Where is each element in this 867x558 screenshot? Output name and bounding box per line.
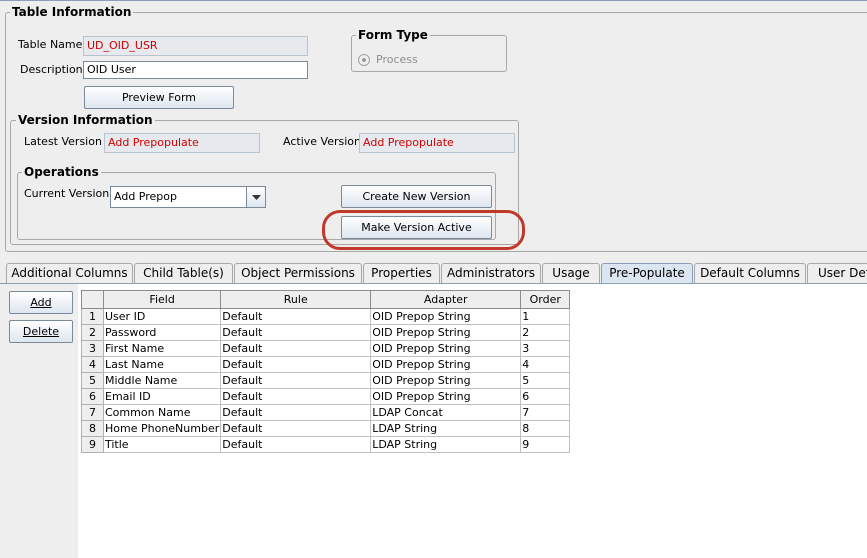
rule-cell[interactable]: Default <box>220 356 372 373</box>
header-adapter[interactable]: Adapter <box>370 290 522 309</box>
order-cell[interactable]: 5 <box>520 372 571 389</box>
adapter-cell[interactable]: LDAP String <box>370 420 522 437</box>
field-cell[interactable]: Password <box>102 324 222 341</box>
create-new-version-button[interactable]: Create New Version <box>341 185 492 208</box>
delete-button[interactable]: Delete <box>9 320 73 343</box>
current-version-select[interactable]: Add Prepop <box>110 186 266 208</box>
current-version-label: Current Version <box>24 187 110 200</box>
row-number: 9 <box>81 436 104 453</box>
rule-cell[interactable]: Default <box>220 372 372 389</box>
table-row[interactable]: 3 First Name Default OID Prepop String 3 <box>81 340 571 357</box>
adapter-cell[interactable]: OID Prepop String <box>370 372 522 389</box>
tab-pre-populate[interactable]: Pre-Populate <box>601 263 693 283</box>
process-radio-label: Process <box>376 53 418 66</box>
tab-object-permissions[interactable]: Object Permissions <box>234 263 362 283</box>
header-order[interactable]: Order <box>520 290 571 309</box>
adapter-cell[interactable]: OID Prepop String <box>370 324 522 341</box>
table-row[interactable]: 9 Title Default LDAP String 9 <box>81 436 571 453</box>
radio-selected-icon <box>358 54 370 66</box>
row-number: 7 <box>81 404 104 421</box>
order-cell[interactable]: 4 <box>520 356 571 373</box>
field-cell[interactable]: Middle Name <box>102 372 222 389</box>
field-cell[interactable]: Last Name <box>102 356 222 373</box>
tab-additional-columns[interactable]: Additional Columns <box>6 263 133 283</box>
table-information-legend: Table Information <box>10 5 134 19</box>
tab-default-columns[interactable]: Default Columns <box>694 263 806 283</box>
table-row[interactable]: 8 Home PhoneNumber Default LDAP String 8 <box>81 420 571 437</box>
tab-usage[interactable]: Usage <box>542 263 600 283</box>
rule-cell[interactable]: Default <box>220 308 372 325</box>
row-number: 2 <box>81 324 104 341</box>
table-row[interactable]: 7 Common Name Default LDAP Concat 7 <box>81 404 571 421</box>
form-type-legend: Form Type <box>356 28 430 42</box>
add-button[interactable]: Add <box>9 291 73 314</box>
table-row[interactable]: 1 User ID Default OID Prepop String 1 <box>81 308 571 325</box>
order-cell[interactable]: 3 <box>520 340 571 357</box>
field-cell[interactable]: User ID <box>102 308 222 325</box>
field-cell[interactable]: Home PhoneNumber <box>102 420 222 437</box>
pre-populate-table: Field Rule Adapter Order 1 User ID Default… <box>81 290 571 453</box>
table-name-label: Table Name <box>18 38 83 51</box>
field-cell[interactable]: Email ID <box>102 388 222 405</box>
adapter-cell[interactable]: OID Prepop String <box>370 356 522 373</box>
order-cell[interactable]: 6 <box>520 388 571 405</box>
row-number: 6 <box>81 388 104 405</box>
header-field[interactable]: Field <box>102 290 222 309</box>
dropdown-arrow-icon <box>246 187 265 207</box>
order-cell[interactable]: 9 <box>520 436 571 453</box>
row-number: 8 <box>81 420 104 437</box>
tab-strip: Additional Columns Child Table(s) Object… <box>0 262 867 284</box>
top-border <box>0 0 867 1</box>
tab-properties[interactable]: Properties <box>363 263 440 283</box>
field-cell[interactable]: First Name <box>102 340 222 357</box>
adapter-cell[interactable]: LDAP Concat <box>370 404 522 421</box>
adapter-cell[interactable]: OID Prepop String <box>370 388 522 405</box>
table-name-field: UD_OID_USR <box>83 36 308 56</box>
order-cell[interactable]: 7 <box>520 404 571 421</box>
rule-cell[interactable]: Default <box>220 420 372 437</box>
row-number: 1 <box>81 308 104 325</box>
table-row[interactable]: 5 Middle Name Default OID Prepop String 5 <box>81 372 571 389</box>
order-cell[interactable]: 1 <box>520 308 571 325</box>
rule-cell[interactable]: Default <box>220 340 372 357</box>
order-cell[interactable]: 8 <box>520 420 571 437</box>
operations-legend: Operations <box>22 165 101 179</box>
delete-button-label: Delete <box>22 325 60 338</box>
active-version-label: Active Version <box>283 135 361 148</box>
header-row-number <box>81 290 104 309</box>
field-cell[interactable]: Common Name <box>102 404 222 421</box>
adapter-cell[interactable]: OID Prepop String <box>370 308 522 325</box>
adapter-cell[interactable]: OID Prepop String <box>370 340 522 357</box>
rule-cell[interactable]: Default <box>220 436 372 453</box>
description-input[interactable] <box>83 61 308 79</box>
tab-administrators[interactable]: Administrators <box>441 263 541 283</box>
row-number: 4 <box>81 356 104 373</box>
rule-cell[interactable]: Default <box>220 404 372 421</box>
preview-form-button[interactable]: Preview Form <box>84 86 234 109</box>
table-row[interactable]: 4 Last Name Default OID Prepop String 4 <box>81 356 571 373</box>
process-radio[interactable]: Process <box>358 53 458 67</box>
add-button-label: Add <box>30 296 52 309</box>
version-information-legend: Version Information <box>16 113 155 127</box>
field-cell[interactable]: Title <box>102 436 222 453</box>
latest-version-label: Latest Version <box>24 135 102 148</box>
table-row[interactable]: 6 Email ID Default OID Prepop String 6 <box>81 388 571 405</box>
highlight-annotation <box>322 210 525 250</box>
order-cell[interactable]: 2 <box>520 324 571 341</box>
row-number: 5 <box>81 372 104 389</box>
table-header-row: Field Rule Adapter Order <box>81 290 571 309</box>
description-label: Description <box>20 63 83 76</box>
active-version-field: Add Prepopulate <box>359 133 515 153</box>
tab-user-def[interactable]: User Def <box>807 263 867 283</box>
tab-child-tables[interactable]: Child Table(s) <box>134 263 233 283</box>
rule-cell[interactable]: Default <box>220 388 372 405</box>
adapter-cell[interactable]: LDAP String <box>370 436 522 453</box>
rule-cell[interactable]: Default <box>220 324 372 341</box>
row-number: 3 <box>81 340 104 357</box>
latest-version-field: Add Prepopulate <box>104 133 260 153</box>
header-rule[interactable]: Rule <box>220 290 372 309</box>
table-row[interactable]: 2 Password Default OID Prepop String 2 <box>81 324 571 341</box>
current-version-value: Add Prepop <box>114 190 177 203</box>
